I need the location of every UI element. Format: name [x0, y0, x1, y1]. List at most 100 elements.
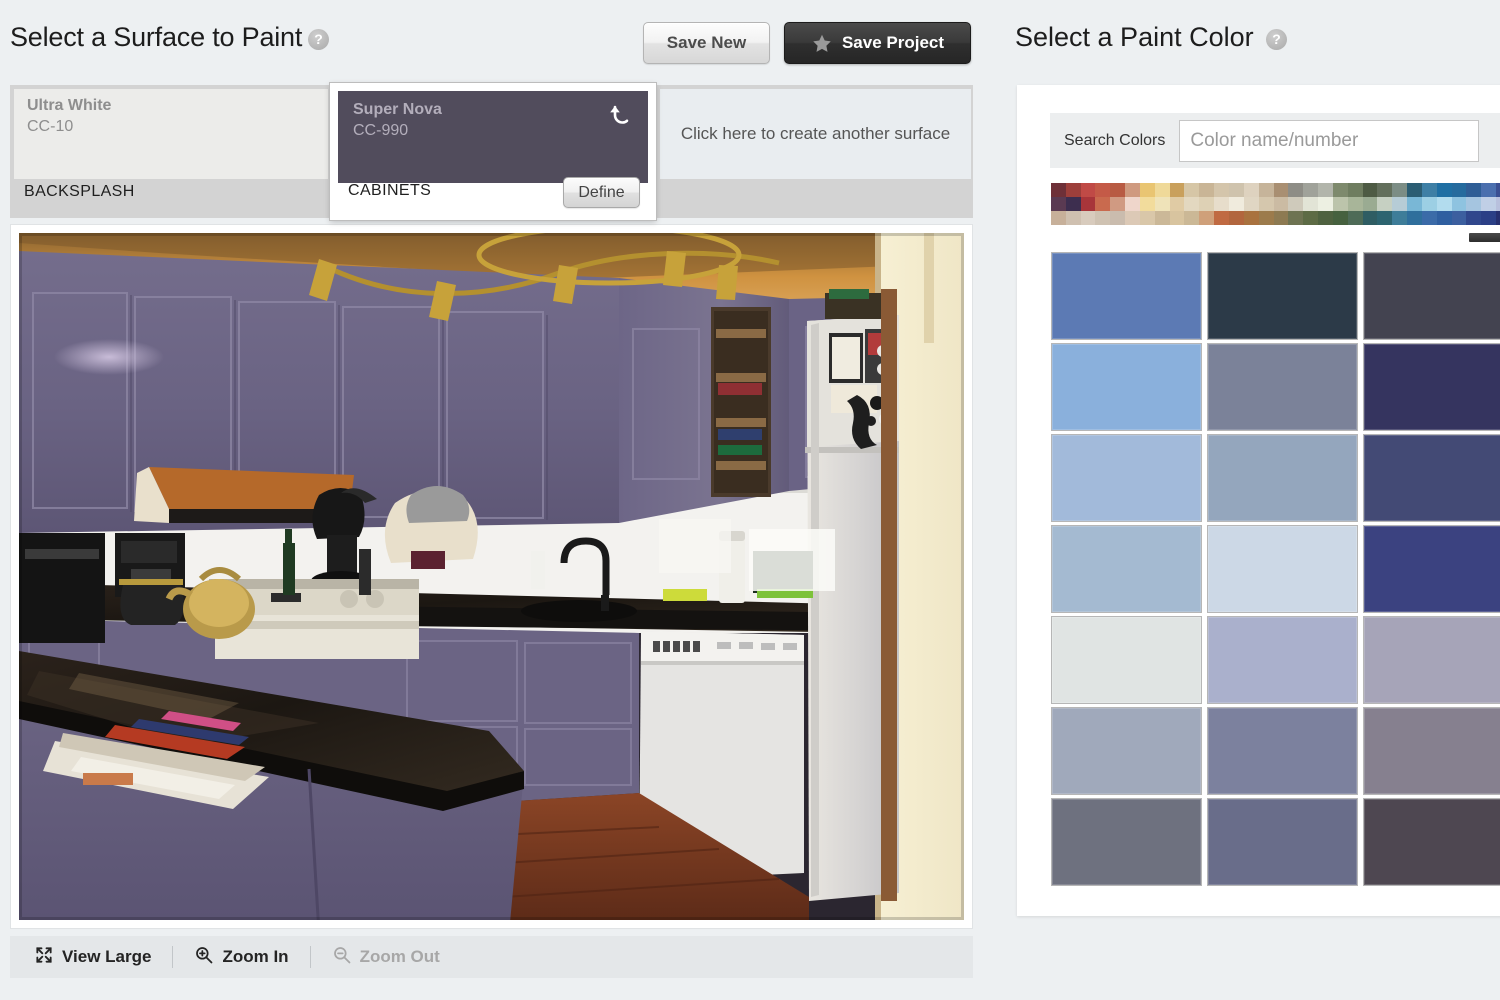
- zoom-out-button[interactable]: Zoom Out: [332, 945, 440, 970]
- mini-strip-cell[interactable]: [1273, 197, 1289, 211]
- mini-strip-cell[interactable]: [1362, 183, 1378, 197]
- mini-strip-cell[interactable]: [1303, 183, 1319, 197]
- mini-strip-cell[interactable]: [1125, 183, 1140, 197]
- mini-strip-cell[interactable]: [1080, 197, 1096, 211]
- surface-item-backsplash[interactable]: Ultra White CC-10 BACKSPLASH: [10, 85, 332, 218]
- mini-strip-cell[interactable]: [1407, 183, 1422, 197]
- mini-strip-cell[interactable]: [1407, 197, 1422, 211]
- mini-strip-cell[interactable]: [1154, 211, 1170, 225]
- surface-swatch-cabinets[interactable]: Super Nova CC-990: [338, 91, 648, 183]
- mini-strip-cell[interactable]: [1243, 197, 1259, 211]
- mini-strip-cell[interactable]: [1169, 211, 1185, 225]
- horizontal-scrollbar-thumb[interactable]: [1469, 233, 1500, 242]
- mini-strip-cell[interactable]: [1169, 183, 1185, 197]
- mini-strip-cell[interactable]: [1273, 183, 1289, 197]
- color-swatch[interactable]: [1207, 252, 1358, 340]
- mini-strip-cell[interactable]: [1228, 211, 1244, 225]
- mini-strip-cell[interactable]: [1258, 211, 1274, 225]
- mini-strip-cell[interactable]: [1228, 197, 1244, 211]
- add-surface-area[interactable]: Click here to create another surface: [660, 89, 971, 179]
- color-swatch[interactable]: [1363, 616, 1500, 704]
- color-swatch[interactable]: [1207, 434, 1358, 522]
- mini-strip-cell[interactable]: [1496, 211, 1500, 225]
- mini-strip-cell[interactable]: [1466, 211, 1482, 225]
- mini-strip-cell[interactable]: [1258, 183, 1274, 197]
- mini-strip-cell[interactable]: [1139, 197, 1155, 211]
- color-swatch[interactable]: [1207, 525, 1358, 613]
- mini-strip-cell[interactable]: [1377, 197, 1393, 211]
- color-swatch[interactable]: [1051, 252, 1202, 340]
- mini-strip-cell[interactable]: [1332, 183, 1348, 197]
- color-swatch[interactable]: [1363, 252, 1500, 340]
- mini-strip-cell[interactable]: [1051, 183, 1066, 197]
- mini-strip-cell[interactable]: [1184, 183, 1200, 197]
- mini-strip-cell[interactable]: [1184, 211, 1200, 225]
- help-question-icon[interactable]: ?: [1266, 29, 1287, 50]
- mini-strip-cell[interactable]: [1466, 197, 1482, 211]
- mini-strip-cell[interactable]: [1095, 197, 1111, 211]
- mini-strip-cell[interactable]: [1347, 183, 1363, 197]
- mini-strip-cell[interactable]: [1125, 211, 1140, 225]
- mini-strip-cell[interactable]: [1421, 183, 1437, 197]
- search-input[interactable]: [1179, 119, 1480, 162]
- mini-strip-cell[interactable]: [1051, 211, 1066, 225]
- mini-strip-cell[interactable]: [1436, 183, 1452, 197]
- mini-strip-cell[interactable]: [1421, 197, 1437, 211]
- mini-strip-cell[interactable]: [1080, 183, 1096, 197]
- mini-strip-cell[interactable]: [1110, 183, 1126, 197]
- color-swatch[interactable]: [1051, 434, 1202, 522]
- mini-strip-cell[interactable]: [1199, 211, 1215, 225]
- save-project-button[interactable]: Save Project: [784, 22, 971, 64]
- mini-strip-cell[interactable]: [1436, 211, 1452, 225]
- mini-strip-cell[interactable]: [1362, 197, 1378, 211]
- mini-strip-cell[interactable]: [1243, 211, 1259, 225]
- mini-strip-cell[interactable]: [1110, 211, 1126, 225]
- add-surface-item[interactable]: Click here to create another surface: [656, 85, 975, 218]
- mini-strip-cell[interactable]: [1139, 211, 1155, 225]
- help-question-icon[interactable]: ?: [308, 29, 329, 50]
- mini-strip-cell[interactable]: [1184, 197, 1200, 211]
- mini-strip-cell[interactable]: [1407, 211, 1422, 225]
- mini-strip-cell[interactable]: [1392, 183, 1408, 197]
- color-swatch[interactable]: [1207, 616, 1358, 704]
- mini-strip-cell[interactable]: [1436, 197, 1452, 211]
- mini-strip-cell[interactable]: [1318, 197, 1333, 211]
- color-swatch[interactable]: [1051, 616, 1202, 704]
- mini-strip-cell[interactable]: [1095, 183, 1111, 197]
- mini-strip-cell[interactable]: [1392, 211, 1408, 225]
- mini-strip-cell[interactable]: [1288, 211, 1304, 225]
- view-large-button[interactable]: View Large: [34, 945, 151, 970]
- color-swatch[interactable]: [1363, 343, 1500, 431]
- mini-strip-cell[interactable]: [1139, 183, 1155, 197]
- mini-strip-cell[interactable]: [1199, 197, 1215, 211]
- mini-strip-cell[interactable]: [1318, 183, 1333, 197]
- define-button[interactable]: Define: [563, 177, 640, 208]
- mini-strip-cell[interactable]: [1065, 211, 1081, 225]
- mini-strip-cell[interactable]: [1377, 211, 1393, 225]
- color-swatch[interactable]: [1207, 343, 1358, 431]
- mini-strip-cell[interactable]: [1496, 183, 1500, 197]
- mini-strip-cell[interactable]: [1258, 197, 1274, 211]
- color-swatch[interactable]: [1207, 798, 1358, 886]
- mini-strip-cell[interactable]: [1362, 211, 1378, 225]
- mini-strip-cell[interactable]: [1377, 183, 1393, 197]
- color-swatch[interactable]: [1363, 707, 1500, 795]
- mini-strip-cell[interactable]: [1496, 197, 1500, 211]
- mini-strip-cell[interactable]: [1392, 197, 1408, 211]
- mini-strip-cell[interactable]: [1110, 197, 1126, 211]
- kitchen-photo[interactable]: [19, 233, 964, 920]
- color-family-strip[interactable]: [1051, 183, 1500, 225]
- mini-strip-cell[interactable]: [1303, 197, 1319, 211]
- mini-strip-cell[interactable]: [1243, 183, 1259, 197]
- mini-strip-cell[interactable]: [1347, 197, 1363, 211]
- mini-strip-cell[interactable]: [1421, 211, 1437, 225]
- surface-swatch-backsplash[interactable]: Ultra White CC-10: [14, 89, 328, 179]
- mini-strip-cell[interactable]: [1318, 211, 1333, 225]
- mini-strip-cell[interactable]: [1214, 211, 1229, 225]
- mini-strip-cell[interactable]: [1481, 211, 1497, 225]
- mini-strip-cell[interactable]: [1051, 197, 1066, 211]
- mini-strip-cell[interactable]: [1065, 183, 1081, 197]
- undo-arrow-icon[interactable]: [608, 103, 632, 127]
- color-swatch[interactable]: [1051, 343, 1202, 431]
- mini-strip-cell[interactable]: [1288, 183, 1304, 197]
